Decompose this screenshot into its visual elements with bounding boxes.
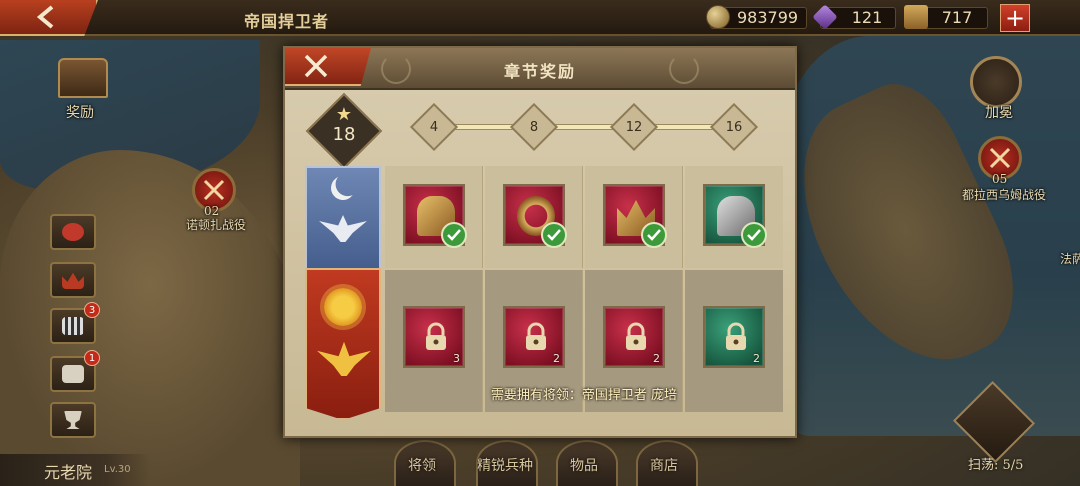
sun-faction-banner xyxy=(305,268,381,420)
coin-counter: 983799 xyxy=(706,5,808,30)
sweep-label: 扫荡: 5/5 xyxy=(968,458,1024,473)
milestone-marker: 4 xyxy=(409,102,459,152)
crossed-swords-icon xyxy=(989,147,1011,169)
bag-icon xyxy=(62,223,84,241)
land-area xyxy=(0,150,300,486)
supply-counter: 717 xyxy=(904,5,988,30)
roman-faction-banner xyxy=(305,166,381,272)
coronation-button[interactable] xyxy=(970,56,1022,108)
rewards-button[interactable]: 奖励 xyxy=(58,58,112,121)
milestone-value: 8 xyxy=(529,119,539,135)
senate-name: 元老院 xyxy=(44,463,93,482)
crown-icon xyxy=(62,272,84,289)
back-arrow-icon xyxy=(36,5,54,29)
crown-button[interactable] xyxy=(50,262,96,298)
claimed-check-icon xyxy=(541,222,567,248)
senate-level: Lv.30 xyxy=(104,464,131,475)
lock-icon xyxy=(626,322,646,350)
locked-reward-helmet[interactable]: 3 xyxy=(403,306,465,368)
items-label: 物品 xyxy=(570,458,598,474)
shop-label: 商店 xyxy=(650,458,678,474)
film-button[interactable]: 3 xyxy=(50,302,100,344)
top-bar: 帝国捍卫者 983799 121 717 + xyxy=(0,0,1080,36)
add-resource-button[interactable]: + xyxy=(1000,4,1030,32)
supply-chest-icon xyxy=(904,5,928,29)
claimed-check-icon xyxy=(741,222,767,248)
milestone-marker: 8 xyxy=(509,102,559,152)
milestone-marker: 12 xyxy=(609,102,659,152)
crossed-swords-icon xyxy=(203,179,225,201)
battle-label: 都拉西乌姆战役 xyxy=(962,188,1047,202)
item-count: 2 xyxy=(753,352,760,365)
golden-eagle-icon xyxy=(317,341,371,376)
reward-item-helmet[interactable] xyxy=(403,184,467,248)
coin-icon xyxy=(706,5,730,29)
star-icon: ★ xyxy=(335,104,353,125)
reward-cell xyxy=(685,166,783,268)
lock-icon xyxy=(726,322,746,350)
chapter-rewards-dialog: 章节奖励 ★ 18 4 8 12 16 3 2 2 2 需要拥有将领：帝国捍卫者… xyxy=(283,46,797,438)
item-count: 2 xyxy=(653,352,660,365)
generals-label: 将领 xyxy=(408,458,436,474)
chest-icon xyxy=(62,365,84,383)
battle-label: 诺顿扎战役 xyxy=(186,218,247,232)
lock-icon xyxy=(426,322,446,350)
star-progress-track xyxy=(433,124,733,130)
reward-item-ring[interactable] xyxy=(503,184,567,248)
milestone-value: 16 xyxy=(725,119,743,135)
rewards-label: 奖励 xyxy=(66,105,94,121)
reward-cell xyxy=(485,166,583,268)
coronation-label: 加冕 xyxy=(985,105,1013,121)
crescent-moon-icon xyxy=(326,171,360,205)
notification-badge: 1 xyxy=(84,350,100,366)
bag-button[interactable] xyxy=(50,214,96,250)
reward-cell xyxy=(585,166,683,268)
claimed-check-icon xyxy=(641,222,667,248)
reward-item-armor[interactable] xyxy=(703,184,767,248)
locked-reward-armor[interactable]: 2 xyxy=(703,306,765,368)
trophy-button[interactable] xyxy=(50,402,96,438)
page-title: 帝国捍卫者 xyxy=(244,12,330,31)
milestone-value: 12 xyxy=(625,119,643,135)
close-button[interactable] xyxy=(285,48,371,86)
star-count: 18 xyxy=(332,124,356,145)
milestone-marker: 16 xyxy=(709,102,759,152)
reward-item-crown[interactable] xyxy=(603,184,667,248)
battle-label-partial: 法萨 xyxy=(1060,252,1080,266)
sun-icon xyxy=(324,288,362,326)
item-count: 2 xyxy=(553,352,560,365)
elite-units-label: 精锐兵种 xyxy=(477,458,533,474)
film-icon xyxy=(62,317,84,335)
item-count: 3 xyxy=(453,352,460,365)
locked-reward-ring[interactable]: 2 xyxy=(503,306,565,368)
reward-grid: 3 2 2 2 xyxy=(385,166,783,412)
claimed-check-icon xyxy=(441,222,467,248)
unlock-requirement-text: 需要拥有将领：帝国捍卫者 庞培 xyxy=(490,388,678,403)
locked-reward-crown[interactable]: 2 xyxy=(603,306,665,368)
eagle-emblem-icon xyxy=(319,215,367,242)
chest-button[interactable]: 1 xyxy=(50,350,100,392)
gem-counter: 121 xyxy=(812,4,896,30)
battle-number: 05 xyxy=(992,172,1008,186)
back-button[interactable] xyxy=(0,0,98,36)
trophy-icon xyxy=(64,411,82,429)
reward-cell xyxy=(385,166,483,268)
lock-icon xyxy=(526,322,546,350)
close-icon xyxy=(304,54,328,78)
treasure-chest-icon xyxy=(58,58,108,98)
notification-badge: 3 xyxy=(84,302,100,318)
milestone-value: 4 xyxy=(429,119,439,135)
